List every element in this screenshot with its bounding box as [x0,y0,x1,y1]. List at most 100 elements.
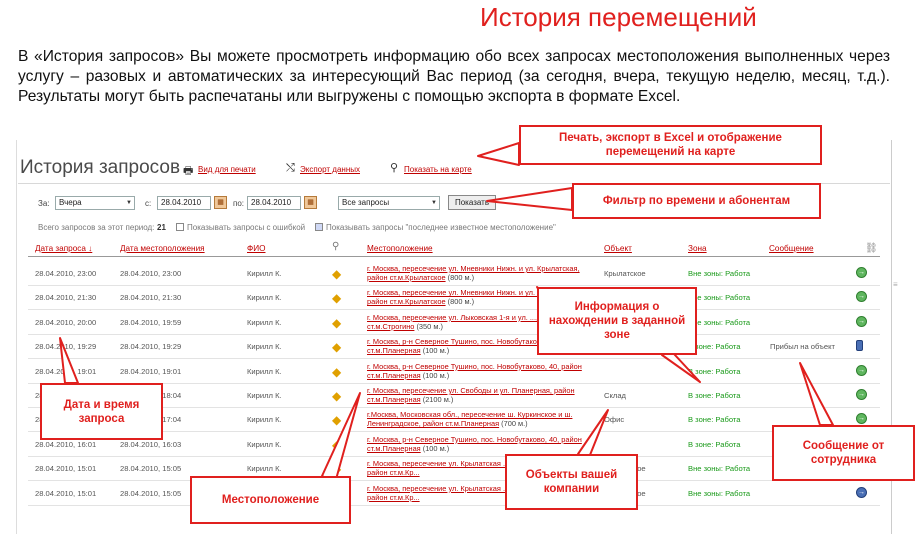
status-icon[interactable]: → [856,315,867,327]
callout-location: Местоположение [190,476,351,524]
location-link[interactable]: г.Москва, Московская обл., пересечение ш… [367,410,572,428]
location-link[interactable]: г. Москва, р-н Северное Тушино, пос. Нов… [367,337,547,355]
request-date: 28.04.2010, 15:01 [35,464,97,474]
from-date-input[interactable]: 28.04.2010 [157,196,211,210]
zone-cell: Вне зоны: Работа [688,269,751,278]
request-date: 28.04.2010, 23:00 [35,269,97,278]
callout-zone: Информация о нахождении в заданной зоне [537,287,697,355]
col-object[interactable]: Объект [604,244,632,253]
location-link[interactable]: г. Москва, р-н Северное Тушино, пос. Нов… [367,362,582,380]
table-row[interactable]: 28.04.2010, 19:29 28.04.2010, 19:29 Кирилл… [28,335,880,360]
location-link[interactable]: г. Москва, пересечение ул. Лыковская 1-я… [367,313,561,331]
location-pin-icon: ◆ [332,291,342,306]
location-cell[interactable]: г. Москва, пересечение ул. Мневники Нижн… [367,264,597,282]
period-select[interactable]: Вчера ▼ [55,196,135,210]
employee-name: Кирилл К. [247,439,282,449]
table-row[interactable]: 28.04.2010, 20:00 28.04.2010, 19:59 Кирилл… [28,311,880,335]
calendar-icon[interactable]: ▦ [214,196,227,209]
location-link[interactable]: г. Москва, пересечение ул. Свободы и ул.… [367,386,575,404]
location-pin-icon: ◆ [332,315,342,330]
callout-date: Дата и время запроса [40,383,163,440]
col-location[interactable]: Местоположение [367,244,433,253]
location-accuracy: (700 м.) [499,419,528,429]
last-known-checkbox[interactable] [315,223,323,231]
location-pin-icon: ◆ [332,364,342,379]
location-link[interactable]: г. Москва, р-н Северное Тушино, пос. Нов… [367,435,582,453]
status-icon[interactable]: → [856,267,867,278]
col-zone[interactable]: Зона [688,244,707,253]
employee-name: Кирилл К. [247,269,282,278]
employee-name: Кирилл К. [247,293,282,303]
table-row[interactable]: 28.04.2010, 21:30 28.04.2010, 21:30 Кирилл… [28,286,880,311]
printer-icon: 🖶 [183,165,194,177]
status-icon[interactable]: → [856,413,867,425]
table-row[interactable]: 28.04.2010, 15:0128.04.2010, 15:05Кирилл… [28,457,880,482]
col-message[interactable]: Сообщение [769,244,814,253]
location-pin-icon: ◆ [332,413,342,428]
app-title: История запросов [20,157,181,178]
table-row[interactable]: 28.04.2010, 19:01 28.04.2010, 19:01 Кирилл… [28,360,880,384]
show-on-map-link[interactable]: Показать на карте [404,165,472,174]
zone-cell: В зоне: Работа [688,415,741,425]
location-cell[interactable]: г. Москва, р-н Северное Тушино, пос. Нов… [367,362,597,380]
location-accuracy: (2100 м.) [420,395,454,404]
page-heading: История перемещений [480,2,757,32]
request-date: 28.04.2010, 21:30 [35,293,97,303]
zone-cell: В зоне: Работа [688,391,741,400]
col-location-date[interactable]: Дата местоположения [120,244,205,253]
location-pin-icon: ◆ [332,267,342,281]
request-date: 28.04.2010, 19:01 [35,366,97,376]
location-date: 28.04.2010, 19:29 [120,342,182,352]
status-icon[interactable]: → [856,486,867,498]
location-cell[interactable]: г.Москва, Московская обл., пересечение ш… [367,410,597,428]
header-divider [28,256,880,257]
location-accuracy: (350 м.) [414,321,443,331]
callout-filter: Фильтр по времени и абонентам [572,183,821,219]
period-label: За: [38,199,50,208]
employee-name: Кирилл К. [247,415,282,425]
error-checkbox-label: Показывать запросы с ошибкой [187,223,306,232]
location-accuracy: (100 м.) [420,346,450,356]
location-cell[interactable]: г. Москва, р-н Северное Тушино, пос. Нов… [367,435,597,453]
location-cell[interactable]: г. Москва, пересечение ул. Свободы и ул.… [367,386,597,404]
location-date: 28.04.2010, 15:05 [120,488,182,498]
location-pin-icon: ◆ [332,462,342,477]
chevron-down-icon: ▼ [126,200,132,206]
request-date: 28.04.2010, 19:29 [35,342,97,352]
table-row[interactable]: 28.04.2010, 15:0128.04.2010, 15:05Кирилл… [28,482,880,506]
print-view-link[interactable]: Вид для печати [198,165,256,174]
location-date: 28.04.2010, 16:03 [120,439,182,449]
table-row[interactable]: 28.04.2010, 23:00 28.04.2010, 23:00 Кирилл… [28,262,880,286]
scrollbar-arrow-icon[interactable]: ≡ [893,280,898,289]
show-button[interactable]: Показать [448,195,496,210]
export-data-link[interactable]: Экспорт данных [300,165,360,174]
callout-message: Сообщение от сотрудника [772,425,915,481]
map-pin-icon: ⚲ [390,162,399,174]
chevron-down-icon: ▼ [431,200,437,206]
to-date-input[interactable]: 28.04.2010 [247,196,301,210]
status-icon[interactable]: → [856,291,867,303]
location-pin-icon: ◆ [332,437,342,452]
to-label: по: [233,199,245,208]
status-icon[interactable]: → [856,389,867,400]
status-icon[interactable]: → [856,364,867,376]
object-cell: Крылатское [604,269,646,278]
zone-cell: Вне зоны: Работа [688,317,751,327]
callout-objects: Объекты вашей компании [505,454,638,510]
employee-name: Кирилл К. [247,366,282,376]
error-checkbox[interactable] [176,223,184,231]
zone-cell: Вне зоны: Работа [688,464,751,474]
col-request-date[interactable]: Дата запроса ↓ [35,244,92,253]
object-cell: Склад [604,391,626,400]
location-pin-icon: ◆ [332,340,342,355]
pin-header-icon: ⚲ [332,241,340,252]
requests-select[interactable]: Все запросы ▼ [338,196,440,210]
calendar-icon[interactable]: ▦ [304,196,317,209]
location-date: 28.04.2010, 19:01 [120,366,182,376]
object-cell: Офис [604,415,625,425]
location-date: 28.04.2010, 19:59 [120,317,182,327]
location-pin-icon: ◆ [332,389,342,403]
col-name[interactable]: ФИО [247,244,265,253]
location-date: 28.04.2010, 15:05 [120,464,182,474]
total-label: Всего запросов за этот период: [38,223,155,232]
